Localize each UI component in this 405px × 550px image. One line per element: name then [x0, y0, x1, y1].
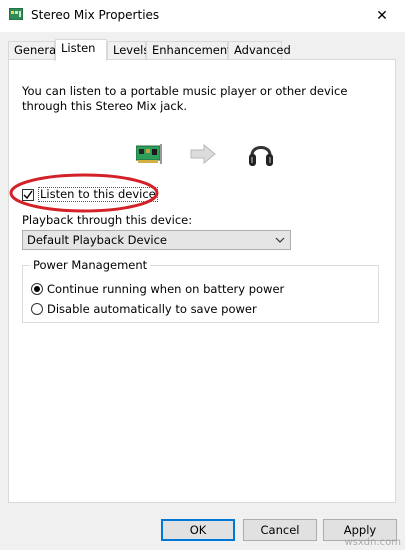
sound-card-icon — [136, 144, 162, 164]
radio-button-unselected[interactable] — [31, 303, 43, 315]
watermark: wsxdn.com — [344, 537, 401, 548]
close-button[interactable]: ✕ — [359, 0, 405, 32]
playback-device-select[interactable]: Default Playback Device — [22, 230, 291, 250]
stereo-mix-icon — [9, 8, 23, 20]
ok-button[interactable]: OK — [161, 519, 235, 541]
radio-button-selected[interactable] — [31, 283, 43, 295]
playback-through-label: Playback through this device: — [22, 213, 193, 227]
checkbox-box[interactable] — [22, 188, 34, 201]
listen-to-device-checkbox[interactable]: Listen to this device — [22, 187, 158, 202]
tab-listen[interactable]: Listen — [55, 39, 107, 61]
tab-advanced[interactable]: Advanced — [228, 41, 291, 59]
title-bar[interactable]: Stereo Mix Properties ✕ — [0, 0, 405, 32]
checkmark-icon — [23, 190, 33, 199]
listen-description: You can listen to a portable music playe… — [22, 84, 348, 113]
close-icon: ✕ — [376, 8, 388, 24]
tab-general[interactable]: General — [8, 41, 59, 59]
radio-disable-automatically-label: Disable automatically to save power — [47, 302, 257, 316]
tab-enhancements[interactable]: Enhancements — [146, 41, 238, 59]
power-management-title: Power Management — [30, 258, 151, 272]
headphones-icon — [249, 146, 273, 166]
tab-strip: General Listen Levels Enhancements Advan… — [8, 39, 398, 61]
radio-disable-automatically[interactable]: Disable automatically to save power — [31, 302, 257, 316]
listen-to-device-label: Listen to this device — [38, 187, 158, 202]
chevron-down-icon — [275, 237, 285, 243]
cancel-button[interactable]: Cancel — [243, 519, 317, 541]
properties-window: Stereo Mix Properties ✕ General Listen L… — [0, 0, 405, 550]
tab-levels[interactable]: Levels — [107, 41, 149, 59]
right-arrow-icon — [190, 144, 216, 164]
radio-continue-running-label: Continue running when on battery power — [47, 282, 285, 296]
window-title: Stereo Mix Properties — [31, 8, 160, 22]
radio-continue-running[interactable]: Continue running when on battery power — [31, 282, 284, 296]
playback-device-value: Default Playback Device — [27, 233, 167, 247]
